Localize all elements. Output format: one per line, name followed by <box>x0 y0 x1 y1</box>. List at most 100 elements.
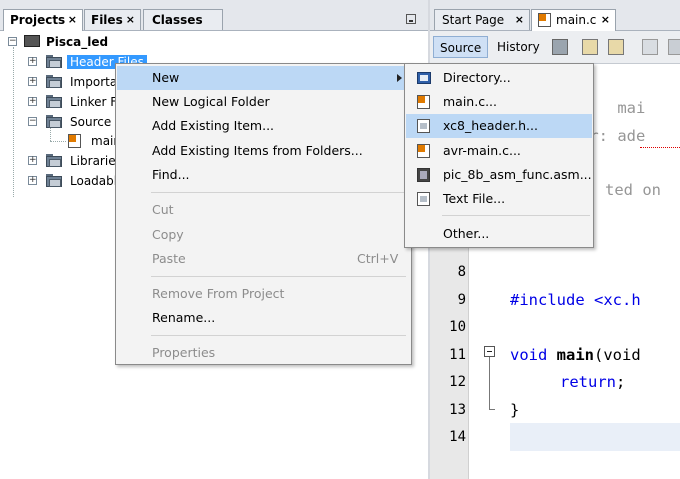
menu-item-label: Paste <box>152 251 186 266</box>
line-number: 11 <box>449 347 466 363</box>
menu-separator <box>442 215 590 216</box>
menu-item-add-existing-item[interactable]: Add Existing Item... <box>117 114 410 138</box>
tab-main-c-label: main.c <box>556 13 597 27</box>
toggle-bookmark-icon[interactable] <box>642 39 658 55</box>
code-line[interactable]: } <box>510 396 519 424</box>
submenu-arrow-icon <box>397 74 402 82</box>
menu-item-rename[interactable]: Rename... <box>117 306 410 330</box>
code-fold-collapse-icon[interactable] <box>484 346 495 357</box>
folder-icon <box>46 75 62 88</box>
tab-files-close-icon[interactable]: × <box>126 10 135 30</box>
submenu-item-main-c[interactable]: main.c... <box>406 90 592 114</box>
keyword: void <box>510 346 548 364</box>
code-line[interactable]: return; <box>560 368 625 396</box>
menu-item-label: Find... <box>152 167 190 182</box>
code-rest: (void <box>594 346 641 364</box>
menu-item-cut: Cut <box>117 198 410 222</box>
menu-item-label: Properties <box>152 345 216 360</box>
submenu-item-xc8-header[interactable]: xc8_header.h... <box>406 114 592 138</box>
keyword: return <box>560 373 616 391</box>
tab-start-page[interactable]: Start Page × <box>434 9 530 30</box>
code-line[interactable]: #include <xc.h <box>510 286 641 314</box>
tab-main-c-close-icon[interactable]: × <box>601 10 610 30</box>
menu-item-label: Remove From Project <box>152 286 285 301</box>
expand-libraries-icon[interactable]: + <box>28 156 37 165</box>
expand-loadables-icon[interactable]: + <box>28 176 37 185</box>
submenu-item-text-file[interactable]: Text File... <box>406 187 592 211</box>
menu-separator <box>151 192 406 193</box>
menu-item-properties: Properties <box>117 341 410 365</box>
menu-item-label: New <box>152 70 180 85</box>
expand-header-files-icon[interactable]: + <box>28 57 37 66</box>
menu-item-new-logical-folder[interactable]: New Logical Folder <box>117 90 410 114</box>
tree-node-important-files[interactable]: Importa <box>70 73 117 91</box>
menu-item-paste: Paste Ctrl+V <box>117 247 410 271</box>
tab-classes[interactable]: Classes <box>143 9 223 30</box>
submenu-item-asm-func[interactable]: pic_8b_asm_func.asm... <box>406 163 592 187</box>
folder-icon <box>46 154 62 167</box>
code-line[interactable]: ted on <box>605 176 661 204</box>
source-view-button[interactable]: Source <box>433 36 489 58</box>
function-name: main <box>556 346 594 364</box>
menu-item-label: Add Existing Items from Folders... <box>152 143 363 158</box>
menu-item-find[interactable]: Find... <box>117 163 410 187</box>
project-chip-icon <box>24 35 40 47</box>
tab-files-label: Files <box>91 13 123 27</box>
submenu-item-label: Text File... <box>443 191 506 206</box>
line-number: 10 <box>449 319 466 335</box>
editor-toolbar: Source History <box>430 31 680 64</box>
expand-important-files-icon[interactable]: + <box>28 77 37 86</box>
folder-icon <box>46 55 62 68</box>
code-rest: ; <box>616 373 626 391</box>
menu-item-remove-from-project: Remove From Project <box>117 282 410 306</box>
search-icon[interactable] <box>668 39 680 55</box>
project-root[interactable]: Pisca_led <box>46 33 108 51</box>
tab-projects-label: Projects <box>10 13 66 27</box>
last-edit-icon[interactable] <box>552 39 568 55</box>
forward-dropdown-icon[interactable] <box>608 39 624 55</box>
submenu-item-label: avr-main.c... <box>443 143 521 158</box>
code-line[interactable]: void main(void <box>510 341 641 369</box>
menu-separator <box>151 335 406 336</box>
tab-main-c[interactable]: main.c × <box>531 9 616 31</box>
menu-shortcut: Ctrl+V <box>357 251 399 266</box>
directory-icon <box>417 72 431 84</box>
back-icon[interactable] <box>582 39 598 55</box>
submenu-item-other[interactable]: Other... <box>406 222 592 246</box>
tab-classes-label: Classes <box>152 13 203 27</box>
c-file-icon <box>538 13 551 27</box>
menu-item-label: New Logical Folder <box>152 94 270 109</box>
tab-files[interactable]: Files × <box>84 9 141 30</box>
menu-separator <box>151 276 406 277</box>
open-folder-icon <box>46 115 62 128</box>
submenu-item-directory[interactable]: Directory... <box>406 66 592 90</box>
context-menu: New New Logical Folder Add Existing Item… <box>115 63 412 365</box>
asm-file-icon <box>417 168 430 182</box>
line-number: 13 <box>449 402 466 418</box>
c-file-icon <box>68 134 81 148</box>
header-file-icon <box>417 119 430 133</box>
menu-item-new[interactable]: New <box>117 66 410 90</box>
new-submenu: Directory... main.c... xc8_header.h... a… <box>404 63 594 248</box>
text-file-icon <box>417 192 430 206</box>
collapse-project-icon[interactable]: − <box>8 37 17 46</box>
menu-item-label: Copy <box>152 227 184 242</box>
fold-guide-end <box>489 409 495 410</box>
expand-linker-files-icon[interactable]: + <box>28 97 37 106</box>
tab-start-page-close-icon[interactable]: × <box>515 10 524 30</box>
tree-node-linker-files[interactable]: Linker Fi <box>70 93 120 111</box>
submenu-item-avr-main-c[interactable]: avr-main.c... <box>406 139 592 163</box>
tab-projects-close-icon[interactable]: × <box>68 10 77 30</box>
submenu-item-label: Directory... <box>443 70 511 85</box>
submenu-item-label: xc8_header.h... <box>443 118 538 133</box>
collapse-source-files-icon[interactable]: − <box>28 117 37 126</box>
minimize-panel-icon[interactable] <box>406 14 416 24</box>
editor-tab-bar: Start Page × main.c × <box>430 0 680 31</box>
folder-icon <box>46 174 62 187</box>
menu-item-add-existing-items-from-folders[interactable]: Add Existing Items from Folders... <box>117 139 410 163</box>
tab-projects[interactable]: Projects × <box>3 9 83 31</box>
menu-item-label: Add Existing Item... <box>152 118 275 133</box>
line-number: 9 <box>457 292 466 308</box>
history-view-button[interactable]: History <box>491 36 546 58</box>
c-file-icon <box>417 144 430 158</box>
